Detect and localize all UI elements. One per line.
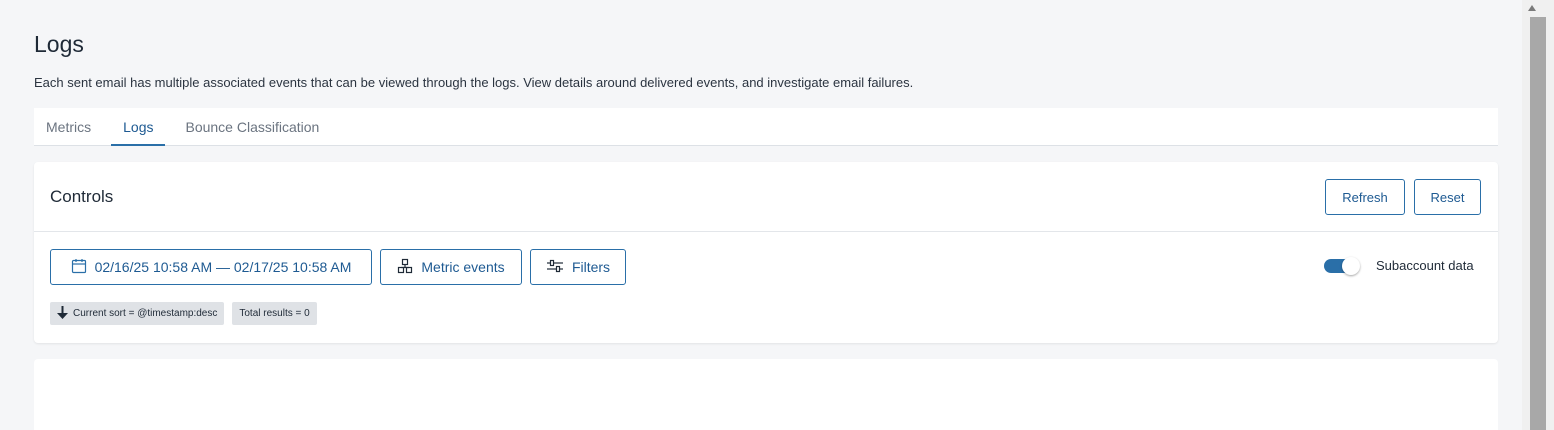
controls-card: Controls Refresh Reset 02/16/25 10:58 AM… [34,162,1498,343]
page-description: Each sent email has multiple associated … [34,75,914,90]
arrow-down-icon [57,305,68,322]
subaccount-label: Subaccount data [1376,258,1474,273]
controls-header: Controls Refresh Reset [34,162,1498,232]
logs-page: Logs Each sent email has multiple associ… [0,0,1522,430]
metric-events-icon [397,258,413,277]
tab-metrics[interactable]: Metrics [46,108,107,145]
scroll-up-icon[interactable] [1528,5,1536,11]
total-results-label: Total results = 0 [239,308,310,319]
tab-logs[interactable]: Logs [111,108,169,146]
date-range-button[interactable]: 02/16/25 10:58 AM — 02/17/25 10:58 AM [50,249,372,285]
tab-bounce-classification[interactable]: Bounce Classification [185,108,335,145]
refresh-button[interactable]: Refresh [1325,179,1405,215]
subaccount-toggle[interactable] [1324,256,1360,275]
sort-chip: Current sort = @timestamp:desc [50,302,225,325]
status-chips: Current sort = @timestamp:desc Total res… [50,302,317,325]
calendar-icon [71,258,87,277]
subaccount-toggle-group: Subaccount data [1324,256,1474,275]
filters-label: Filters [571,259,611,275]
metric-events-button[interactable]: Metric events [380,249,522,285]
date-range-label: 02/16/25 10:58 AM — 02/17/25 10:58 AM [94,259,352,275]
page-title: Logs [34,31,84,57]
scroll-thumb[interactable] [1530,17,1546,430]
tab-bar: Metrics Logs Bounce Classification [34,108,1498,146]
metric-events-label: Metric events [421,259,505,275]
filters-button[interactable]: Filters [530,249,626,285]
sort-chip-label: Current sort = @timestamp:desc [73,308,218,319]
controls-title: Controls [50,187,114,206]
results-card [34,359,1498,430]
sliders-icon [546,258,564,277]
total-results-chip: Total results = 0 [232,302,317,325]
reset-button[interactable]: Reset [1414,179,1481,215]
vertical-scrollbar[interactable] [1522,0,1554,430]
